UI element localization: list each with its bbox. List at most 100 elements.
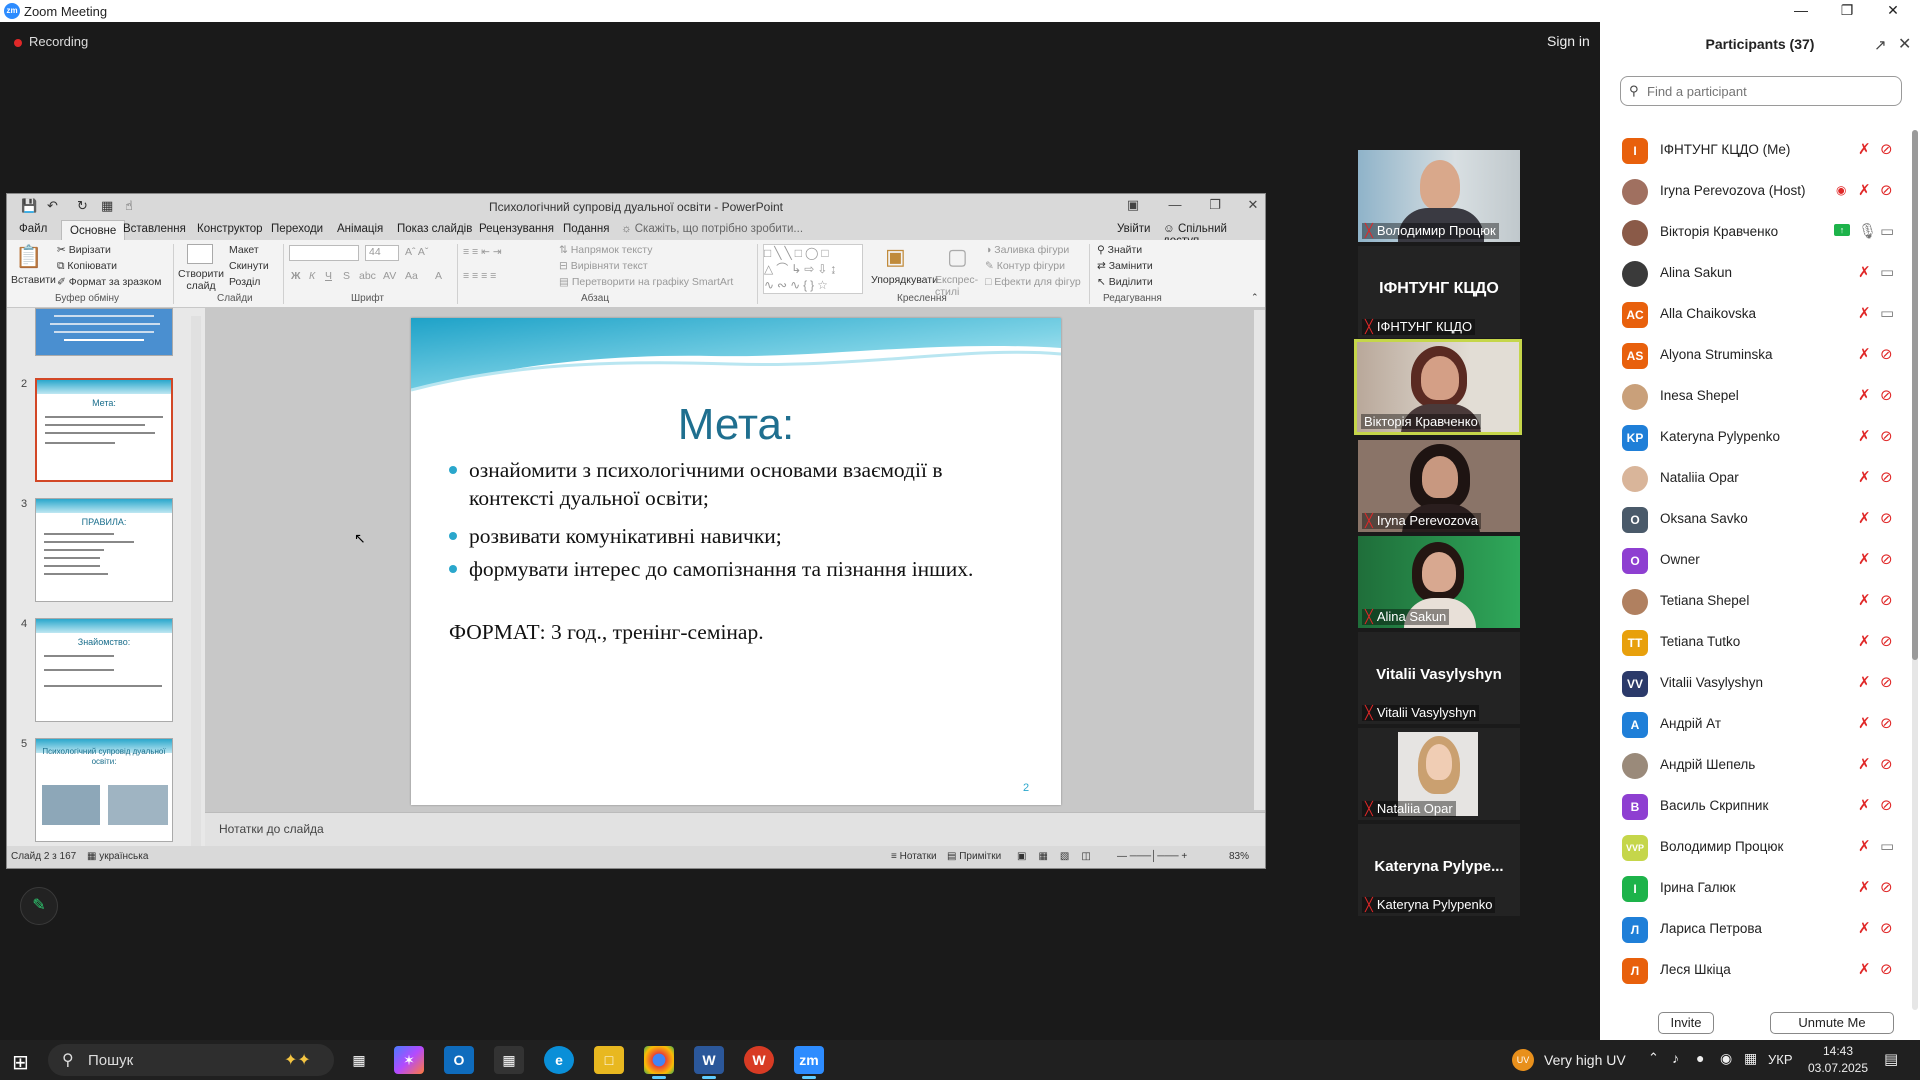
camera-off-icon[interactable]: ⊘ xyxy=(1880,755,1893,773)
camera-off-icon[interactable]: ⊘ xyxy=(1880,509,1893,527)
camera-on-icon[interactable]: ▭ xyxy=(1880,304,1894,322)
input-language[interactable]: УКР xyxy=(1768,1052,1793,1067)
video-tile[interactable]: ІФНТУНГ КЦДО ╳ ІФНТУНГ КЦДО xyxy=(1358,246,1520,338)
participant-row[interactable]: AC Alla Chaikovska ✗ ▭ xyxy=(1600,294,1910,335)
find-button[interactable]: ⚲ Знайти xyxy=(1097,244,1142,256)
weather-label[interactable]: Very high UV xyxy=(1544,1052,1626,1068)
network-icon[interactable]: ▦ xyxy=(1744,1050,1757,1067)
store-icon[interactable]: ▦ xyxy=(494,1046,524,1074)
mic-muted-icon[interactable]: ✗ xyxy=(1858,960,1871,978)
shadow-icon[interactable]: S xyxy=(343,270,350,282)
copy-button[interactable]: ⧉ Копіювати xyxy=(57,260,117,273)
slide-thumbnail-4[interactable]: Знайомство: xyxy=(35,618,173,722)
paste-icon[interactable]: 📋 xyxy=(15,244,42,270)
participant-row[interactable]: AS Alyona Struminska ✗ ⊘ xyxy=(1600,335,1910,376)
camera-off-icon[interactable]: ⊘ xyxy=(1880,632,1893,650)
mic-muted-icon[interactable]: ✗ xyxy=(1858,181,1871,199)
participant-row[interactable]: O Owner ✗ ⊘ xyxy=(1600,540,1910,581)
word-icon[interactable]: W xyxy=(694,1046,724,1079)
participants-scrollbar[interactable] xyxy=(1912,130,1918,1010)
camera-off-icon[interactable]: ⊘ xyxy=(1880,181,1893,199)
mic-muted-icon[interactable]: ✗ xyxy=(1858,714,1871,732)
grow-shrink-font-icon[interactable]: Aˆ Aˇ xyxy=(405,246,428,258)
arrange-button[interactable]: Упорядкувати xyxy=(871,274,938,286)
tab-insert[interactable]: Вставлення xyxy=(123,223,186,235)
camera-off-icon[interactable]: ⊘ xyxy=(1880,468,1893,486)
mic-muted-icon[interactable]: ✗ xyxy=(1858,550,1871,568)
tray-chevron-icon[interactable]: ⌃ xyxy=(1648,1050,1659,1066)
align-icons[interactable]: ≡ ≡ ≡ ≡ xyxy=(463,270,496,282)
annotate-pen-icon[interactable]: ✎ xyxy=(20,887,58,925)
video-tile[interactable]: Vitalii Vasylyshyn ╳ Vitalii Vasylyshyn xyxy=(1358,632,1520,724)
ppt-sign-in-link[interactable]: Увійти xyxy=(1117,223,1150,235)
tab-review[interactable]: Рецензування xyxy=(479,223,554,235)
windows-start-icon[interactable]: ⊞ xyxy=(12,1050,29,1075)
mic-muted-icon[interactable]: ✗ xyxy=(1858,755,1871,773)
camera-off-icon[interactable]: ⊘ xyxy=(1880,673,1893,691)
font-color-icon[interactable]: A xyxy=(435,270,442,282)
camera-off-icon[interactable]: ⊘ xyxy=(1880,796,1893,814)
ppt-close-icon[interactable]: ✕ xyxy=(1235,197,1271,213)
video-tile[interactable]: ╳ Iryna Perevozova xyxy=(1358,440,1520,532)
section-button[interactable]: Розділ xyxy=(229,276,260,288)
language-status[interactable]: ▦ українська xyxy=(87,851,148,862)
microphone-icon[interactable]: ● xyxy=(1696,1050,1704,1066)
zoom-slider[interactable]: — ───│─── + xyxy=(1117,851,1187,862)
tell-me-box[interactable]: ☼ Скажіть, що потрібно зробити... xyxy=(621,223,803,235)
new-slide-icon[interactable] xyxy=(187,244,213,264)
participant-row[interactable]: Вікторія Кравченко ↑ 🎙 ▭ xyxy=(1600,212,1910,253)
video-tile[interactable]: ╳ Nataliia Opar xyxy=(1358,728,1520,820)
paste-button[interactable]: Вставити xyxy=(11,274,56,286)
slide-thumbnail-1[interactable] xyxy=(35,308,173,356)
change-case-icon[interactable]: Aa xyxy=(405,270,418,282)
mic-muted-icon[interactable]: ✗ xyxy=(1858,591,1871,609)
mic-muted-icon[interactable]: ✗ xyxy=(1858,427,1871,445)
participant-row[interactable]: KP Kateryna Pylypenko ✗ ⊘ xyxy=(1600,417,1910,458)
mic-muted-icon[interactable]: ✗ xyxy=(1858,304,1871,322)
participant-row[interactable]: I ІФНТУНГ КЦДО (Me) ✗ ⊘ xyxy=(1600,130,1910,171)
close-panel-icon[interactable]: ✕ xyxy=(1898,34,1911,54)
participant-row[interactable]: TT Tetiana Tutko ✗ ⊘ xyxy=(1600,622,1910,663)
copilot-icon[interactable]: ✶ xyxy=(394,1046,424,1074)
tab-file[interactable]: Файл xyxy=(19,223,47,235)
tab-home[interactable]: Основне xyxy=(61,220,126,240)
tab-animations[interactable]: Анімація xyxy=(337,223,383,235)
mic-muted-icon[interactable]: ✗ xyxy=(1858,468,1871,486)
participant-row[interactable]: Tetiana Shepel ✗ ⊘ xyxy=(1600,581,1910,622)
slide-thumbnail-5[interactable]: Психологічний супровід дуальної освіти: xyxy=(35,738,173,842)
shape-fill-button[interactable]: ◑ Заливка фігури xyxy=(985,244,1069,256)
camera-off-icon[interactable]: ⊘ xyxy=(1880,427,1893,445)
notifications-icon[interactable]: ▤ xyxy=(1884,1050,1898,1068)
camera-off-icon[interactable]: ⊘ xyxy=(1880,550,1893,568)
tab-transitions[interactable]: Переходи xyxy=(271,223,323,235)
thumbnails-scrollbar[interactable] xyxy=(191,316,201,846)
participant-row[interactable]: Nataliia Opar ✗ ⊘ xyxy=(1600,458,1910,499)
video-tile[interactable]: Kateryna Pylype... ╳ Kateryna Pylypenko xyxy=(1358,824,1520,916)
participant-row[interactable]: VV Vitalii Vasylyshyn ✗ ⊘ xyxy=(1600,663,1910,704)
collapse-ribbon-icon[interactable]: ⌃ xyxy=(1251,292,1259,303)
recording-indicator[interactable]: Recording xyxy=(14,34,88,49)
mic-muted-icon[interactable]: ✗ xyxy=(1858,632,1871,650)
new-slide-button[interactable]: Створити слайд xyxy=(175,268,227,292)
strikethrough-icon[interactable]: abc xyxy=(359,270,376,282)
uv-weather-icon[interactable]: UV xyxy=(1512,1049,1534,1071)
video-tile[interactable]: ╳ Alina Sakun xyxy=(1358,536,1520,628)
font-size-input[interactable]: 44 xyxy=(365,245,399,261)
ppt-minimize-icon[interactable]: — xyxy=(1157,197,1193,212)
char-spacing-icon[interactable]: AV xyxy=(383,270,396,282)
quick-styles-icon[interactable]: ▢ xyxy=(947,244,968,270)
slide-thumbnail-3[interactable]: ПРАВИЛА: xyxy=(35,498,173,602)
camera-off-icon[interactable]: ⊘ xyxy=(1880,960,1893,978)
mic-muted-icon[interactable]: ✗ xyxy=(1858,673,1871,691)
italic-icon[interactable]: К xyxy=(309,270,315,282)
current-slide[interactable]: Мета: ознайомити з психологічними основа… xyxy=(411,318,1061,805)
font-name-input[interactable] xyxy=(289,245,359,261)
camera-off-icon[interactable]: ⊘ xyxy=(1880,345,1893,363)
bold-icon[interactable]: Ж xyxy=(291,270,301,282)
cut-button[interactable]: ✂ Вирізати xyxy=(57,244,111,256)
restore-icon[interactable]: ❐ xyxy=(1824,0,1870,22)
underline-icon[interactable]: Ч xyxy=(325,270,332,282)
wps-icon[interactable]: W xyxy=(744,1046,774,1074)
slide-scrollbar[interactable] xyxy=(1254,310,1265,810)
mic-muted-icon[interactable]: ✗ xyxy=(1858,263,1871,281)
